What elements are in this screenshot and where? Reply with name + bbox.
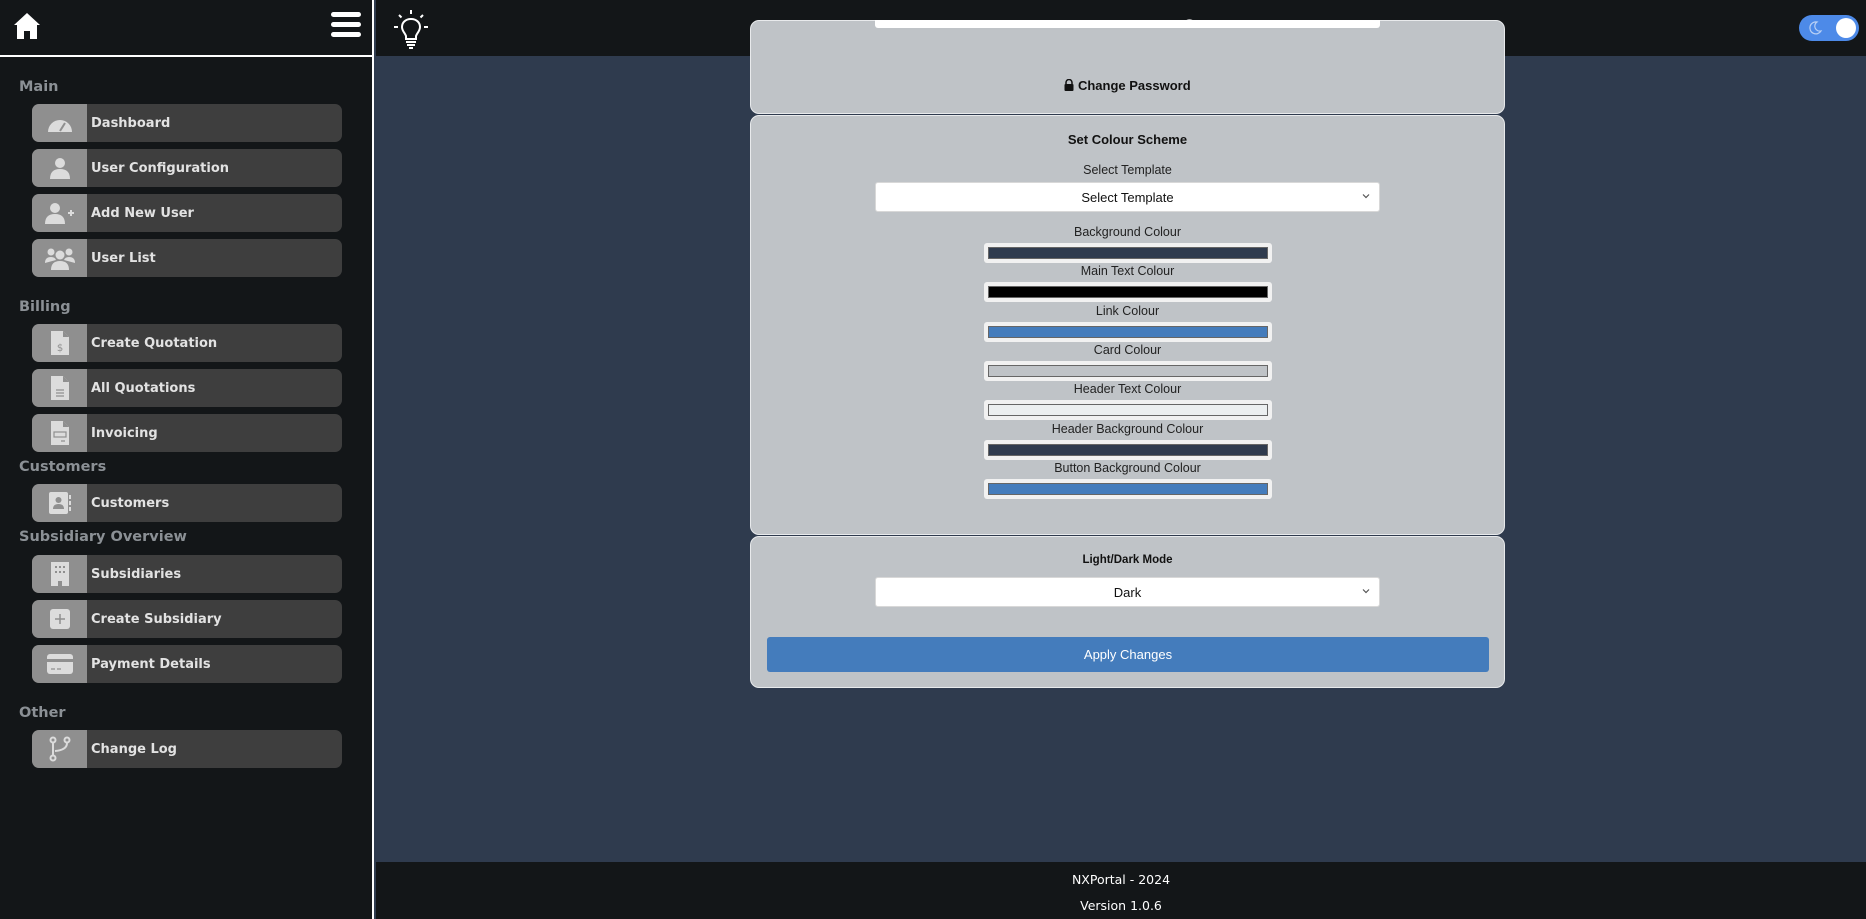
header-text-colour-label: Header Text Colour [1073,382,1182,396]
building-icon [50,562,69,586]
header-background-colour-label: Header Background Colour [1051,422,1204,436]
sidebar-item-all-quotations[interactable]: All Quotations [32,369,342,407]
file-lines-icon [50,376,69,400]
sidebar-header [0,0,372,57]
sidebar-item-user-list[interactable]: User List [32,239,342,277]
link-colour-picker[interactable] [984,322,1272,342]
hamburger-menu-icon[interactable] [331,12,361,38]
footer-copyright: NXPortal - 2024 [1071,872,1171,887]
background-colour-label: Background Colour [1073,225,1181,239]
card-colour-label: Card Colour [1093,343,1162,357]
credit-card-icon [46,654,73,674]
sidebar: Main Dashboard User Configuration Add Ne… [0,0,374,919]
chevron-down-icon [1362,589,1370,594]
sidebar-item-user-configuration[interactable]: User Configuration [32,149,342,187]
sidebar-item-label: Create Quotation [91,335,218,351]
footer: NXPortal - 2024 Version 1.0.6 [376,862,1866,919]
change-password-label: Change Password [1077,78,1191,93]
section-title-subsidiary-overview: Subsidiary Overview [19,529,187,545]
section-title-other: Other [19,705,66,721]
background-colour-picker[interactable] [984,243,1272,263]
header-text-colour-picker[interactable] [984,400,1272,420]
sidebar-item-label: Invoicing [91,425,158,441]
address-book-icon [48,492,71,514]
main-text-colour-swatch [988,286,1268,298]
template-select[interactable]: Select Template [875,182,1380,212]
link-colour-swatch [988,326,1268,338]
user-plus-icon [44,203,74,224]
user-icon [49,158,70,179]
sidebar-item-label: Customers [91,495,170,511]
mode-select[interactable]: Dark [875,577,1380,607]
sidebar-item-payment-details[interactable]: Payment Details [32,645,342,683]
moon-icon [1809,21,1823,35]
card-colour-picker[interactable] [984,361,1272,381]
toggle-knob [1836,18,1856,38]
colour-scheme-title: Set Colour Scheme [1067,132,1188,147]
section-title-billing: Billing [19,299,71,315]
home-icon[interactable] [12,11,42,41]
sidebar-item-label: Add New User [91,205,194,221]
sidebar-item-label: Dashboard [91,115,171,131]
sidebar-item-label: Payment Details [91,656,211,672]
sidebar-item-invoicing[interactable]: Invoicing [32,414,342,452]
link-colour-label: Link Colour [1095,304,1160,318]
sidebar-item-create-quotation[interactable]: $ Create Quotation [32,324,342,362]
mode-card: Light/Dark Mode Dark Apply Changes [750,536,1505,688]
gauge-icon [47,120,72,132]
header-text-colour-swatch [988,404,1268,416]
template-select-value: Select Template [1081,189,1174,205]
sidebar-item-subsidiaries[interactable]: Subsidiaries [32,555,342,593]
apply-changes-button[interactable]: Apply Changes [767,637,1489,672]
password-input[interactable] [875,20,1380,28]
sidebar-item-label: All Quotations [91,380,196,396]
sidebar-item-label: Change Log [91,741,177,757]
change-password-link[interactable]: Change Password [751,78,1504,93]
header-background-colour-picker[interactable] [984,440,1272,460]
lock-icon [1064,78,1074,91]
sidebar-item-add-new-user[interactable]: Add New User [32,194,342,232]
sidebar-item-dashboard[interactable]: Dashboard [32,104,342,142]
file-invoice-icon [50,421,69,445]
lightbulb-icon[interactable] [392,8,430,50]
code-branch-icon [49,736,70,762]
sidebar-item-customers[interactable]: Customers [32,484,342,522]
chevron-down-icon [1362,194,1370,199]
square-plus-icon [49,609,70,629]
colour-scheme-card: Set Colour Scheme Select Template Select… [750,115,1505,535]
main-text-colour-picker[interactable] [984,282,1272,302]
mode-select-value: Dark [1113,584,1142,600]
theme-toggle[interactable] [1799,15,1859,41]
section-title-main: Main [19,79,59,95]
sidebar-item-label: Create Subsidiary [91,611,222,627]
section-title-customers: Customers [19,459,107,475]
button-background-colour-swatch [988,483,1268,495]
card-colour-swatch [988,365,1268,377]
sidebar-item-label: Subsidiaries [91,566,182,582]
button-background-colour-picker[interactable] [984,479,1272,499]
footer-version: Version 1.0.6 [1080,898,1162,913]
sidebar-item-create-subsidiary[interactable]: Create Subsidiary [32,600,342,638]
password-card: Change Password [750,20,1505,114]
button-background-colour-label: Button Background Colour [1054,461,1201,475]
sidebar-item-label: User List [91,250,156,266]
users-icon [44,248,75,270]
mode-title: Light/Dark Mode [1082,554,1173,566]
file-dollar-icon: $ [50,331,69,355]
header-background-colour-swatch [988,444,1268,456]
svg-text:$: $ [56,343,62,354]
sidebar-item-change-log[interactable]: Change Log [32,730,342,768]
main-text-colour-label: Main Text Colour [1080,264,1175,278]
sidebar-item-label: User Configuration [91,160,230,176]
background-colour-swatch [988,247,1268,259]
template-label: Select Template [1083,163,1172,177]
